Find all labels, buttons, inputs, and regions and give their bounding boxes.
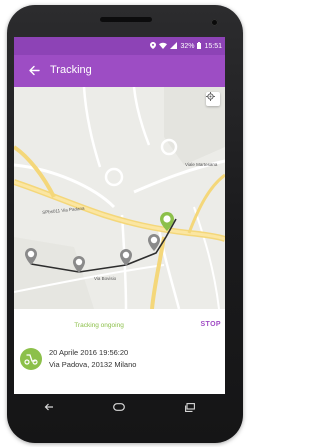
stop-button[interactable]: STOP [200, 321, 221, 328]
clock: 15:51 [204, 43, 222, 50]
route-marker[interactable] [120, 249, 132, 266]
tracking-date: 20 Aprile 2016 19:56:20 [49, 348, 129, 357]
signal-icon [170, 42, 178, 51]
front-camera [211, 19, 218, 26]
map-canvas [14, 87, 225, 309]
map-street-label: Via Bovisio [94, 276, 117, 281]
my-location-button[interactable] [206, 92, 220, 106]
back-arrow-icon[interactable] [24, 60, 44, 80]
phone-screen: 32% 15:51 Tracking Viale Martesana SPbs0… [14, 37, 225, 394]
recents-nav-icon[interactable] [180, 397, 200, 417]
route-marker[interactable] [148, 234, 160, 251]
back-nav-icon[interactable] [39, 397, 59, 417]
route-marker[interactable] [25, 248, 37, 265]
page-title: Tracking [50, 64, 92, 76]
wifi-icon [159, 42, 168, 51]
battery-percent: 32% [180, 43, 195, 50]
map-street-label: Viale Martesana [185, 162, 218, 167]
status-bar: 32% 15:51 [14, 37, 225, 55]
current-position-marker[interactable] [160, 212, 174, 231]
route-marker[interactable] [73, 256, 85, 273]
scooter-avatar-icon [20, 348, 42, 370]
crosshair-icon [206, 92, 215, 101]
location-status-icon [150, 42, 157, 51]
tracking-panel: Tracking ongoing STOP 20 Aprile 2016 19:… [14, 309, 225, 394]
status-icons: 32% 15:51 [150, 42, 222, 51]
app-bar: Tracking [14, 55, 225, 87]
tracking-status: Tracking ongoing [74, 322, 124, 329]
map-view[interactable]: Viale Martesana SPbs011 Via Padana Via B… [14, 87, 225, 309]
battery-icon [197, 42, 202, 51]
system-nav-bar [14, 394, 225, 420]
tracking-address: Via Padova, 20132 Milano [49, 360, 137, 369]
home-nav-icon[interactable] [109, 397, 129, 417]
earpiece-speaker [100, 17, 152, 22]
